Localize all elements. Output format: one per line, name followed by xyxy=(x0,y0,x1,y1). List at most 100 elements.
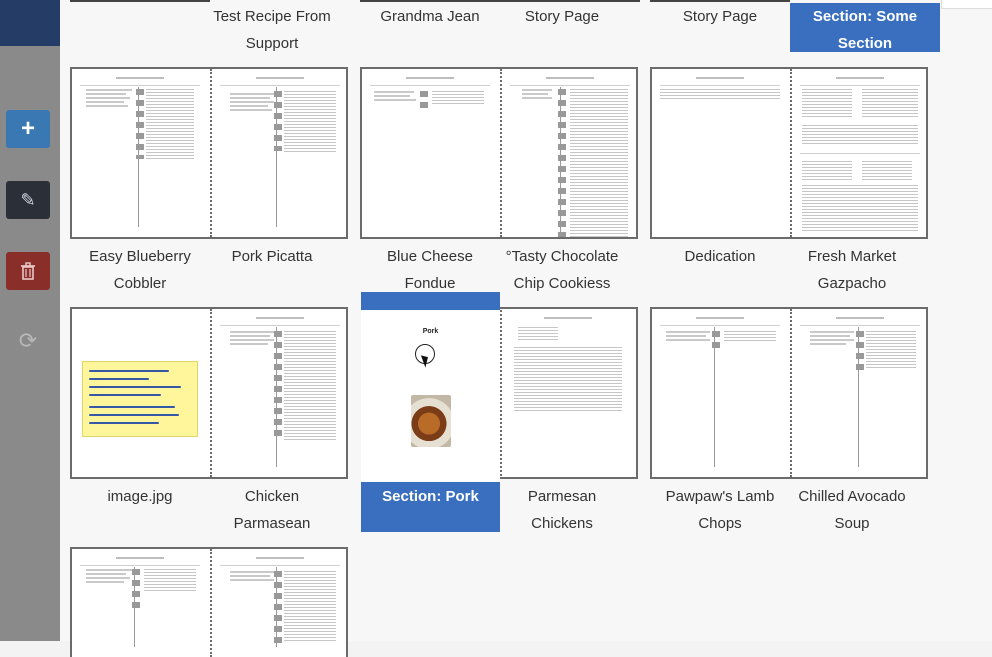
page-thumbnail[interactable] xyxy=(362,69,498,237)
paragraph xyxy=(660,89,780,99)
mini-rule xyxy=(660,85,780,86)
delete-button[interactable] xyxy=(6,252,50,290)
page-label[interactable]: Test Recipe From Support xyxy=(202,3,342,57)
page-label[interactable]: Easy Blueberry Cobbler xyxy=(70,243,210,297)
text-line xyxy=(86,101,124,103)
page-label[interactable]: Story Page xyxy=(492,3,632,30)
mini-heading xyxy=(792,317,928,319)
top-bar xyxy=(0,0,60,46)
page-label[interactable]: °Tasty Chocolate Chip Cookiess xyxy=(492,243,632,297)
label-line: Fresh Market xyxy=(807,248,897,265)
mini-rule xyxy=(370,85,490,86)
paragraph xyxy=(284,331,336,441)
page-spread[interactable] xyxy=(650,307,928,479)
label-line: Story Page xyxy=(682,8,758,25)
handwriting xyxy=(89,414,179,416)
page-spread[interactable] xyxy=(360,67,638,239)
mini-heading xyxy=(212,317,348,319)
label-line: Chicken xyxy=(244,488,300,505)
mini-rule xyxy=(80,85,200,86)
label-line: Parmasean xyxy=(233,515,311,532)
page-thumbnail[interactable] xyxy=(502,69,638,237)
page-label[interactable]: Grandma Jean xyxy=(360,3,500,30)
page-thumbnail[interactable] xyxy=(652,69,788,237)
page-thumbnail[interactable] xyxy=(792,309,928,477)
text-line xyxy=(230,579,274,581)
section-label-selected[interactable]: Section: Pork xyxy=(361,483,500,532)
page-thumbnail[interactable] xyxy=(72,69,208,237)
page-label[interactable]: Parmesan Chickens xyxy=(492,483,632,537)
handwriting xyxy=(89,386,181,388)
paragraph xyxy=(724,331,776,343)
text-line xyxy=(86,577,130,579)
column-divider xyxy=(714,327,715,467)
label-line: °Tasty Chocolate xyxy=(505,248,619,265)
mini-rule xyxy=(220,325,340,326)
column-divider xyxy=(276,567,277,647)
page-label[interactable]: Blue Cheese Fondue xyxy=(360,243,500,297)
mini-heading xyxy=(362,77,498,79)
page-label[interactable]: Fresh Market Gazpacho xyxy=(782,243,922,297)
mini-heading xyxy=(72,557,208,559)
spread-divider xyxy=(500,307,502,479)
page-label[interactable]: image.jpg xyxy=(70,483,210,510)
page-thumbnail[interactable] xyxy=(212,69,348,237)
page-label[interactable]: Story Page xyxy=(650,3,790,30)
text-line xyxy=(230,343,268,345)
handwriting xyxy=(89,370,169,372)
pencil-icon: ✎ xyxy=(20,189,36,210)
label-line: Parmesan xyxy=(527,488,597,505)
text-line xyxy=(666,339,710,341)
text-line xyxy=(230,331,276,333)
thumbnail-edge xyxy=(70,0,210,2)
text-line xyxy=(230,575,270,577)
text-line xyxy=(230,571,276,573)
text-line xyxy=(230,335,270,337)
label-line: Soup xyxy=(834,515,870,532)
page-thumbnail[interactable] xyxy=(72,309,208,477)
page-label[interactable]: Pork Picatta xyxy=(202,243,342,270)
page-spread[interactable] xyxy=(70,67,348,239)
label-line: Section xyxy=(837,35,893,52)
page-spread[interactable] xyxy=(70,307,348,479)
add-button[interactable]: + xyxy=(6,110,50,148)
page-label[interactable]: Chilled Avocado Soup xyxy=(782,483,922,537)
column-divider xyxy=(134,567,135,647)
paragraph xyxy=(802,89,852,119)
page-label[interactable]: Chicken Parmasean xyxy=(202,483,342,537)
paragraph xyxy=(432,91,484,105)
mini-rule xyxy=(510,85,630,86)
text-line xyxy=(666,335,706,337)
text-line xyxy=(230,93,276,95)
page-label[interactable]: Dedication xyxy=(650,243,790,270)
text-line xyxy=(522,93,548,95)
handwriting xyxy=(89,378,149,380)
text-line xyxy=(230,109,272,111)
mini-heading xyxy=(212,557,348,559)
page-thumbnail[interactable] xyxy=(212,309,348,477)
page-label[interactable]: Pawpaw's Lamb Chops xyxy=(650,483,790,537)
paragraph xyxy=(802,125,918,145)
page-thumbnail[interactable] xyxy=(500,307,638,479)
section-label-selected[interactable]: Section: Some Section xyxy=(790,3,940,52)
paragraph xyxy=(284,91,336,153)
sync-button[interactable]: ⟳ xyxy=(6,322,50,360)
page-spread[interactable] xyxy=(650,67,928,239)
text-line xyxy=(374,95,410,97)
column-divider xyxy=(858,327,859,467)
refresh-icon: ⟳ xyxy=(18,328,38,353)
label-line: Dedication xyxy=(684,248,756,265)
label-line: Grandma Jean xyxy=(380,8,480,25)
handwriting xyxy=(89,394,161,396)
edit-button[interactable]: ✎ xyxy=(6,181,50,219)
page-thumbnail[interactable] xyxy=(792,69,928,237)
label-line: Chip Cookiess xyxy=(513,275,611,292)
mini-heading xyxy=(72,77,208,79)
page-thumbnail[interactable] xyxy=(652,309,788,477)
text-line xyxy=(86,573,126,575)
mini-rule xyxy=(800,153,920,154)
handwriting xyxy=(89,406,175,408)
section-page-pork[interactable]: Pork xyxy=(361,310,500,482)
label-line: Chops xyxy=(698,515,742,532)
paragraph xyxy=(146,89,194,159)
